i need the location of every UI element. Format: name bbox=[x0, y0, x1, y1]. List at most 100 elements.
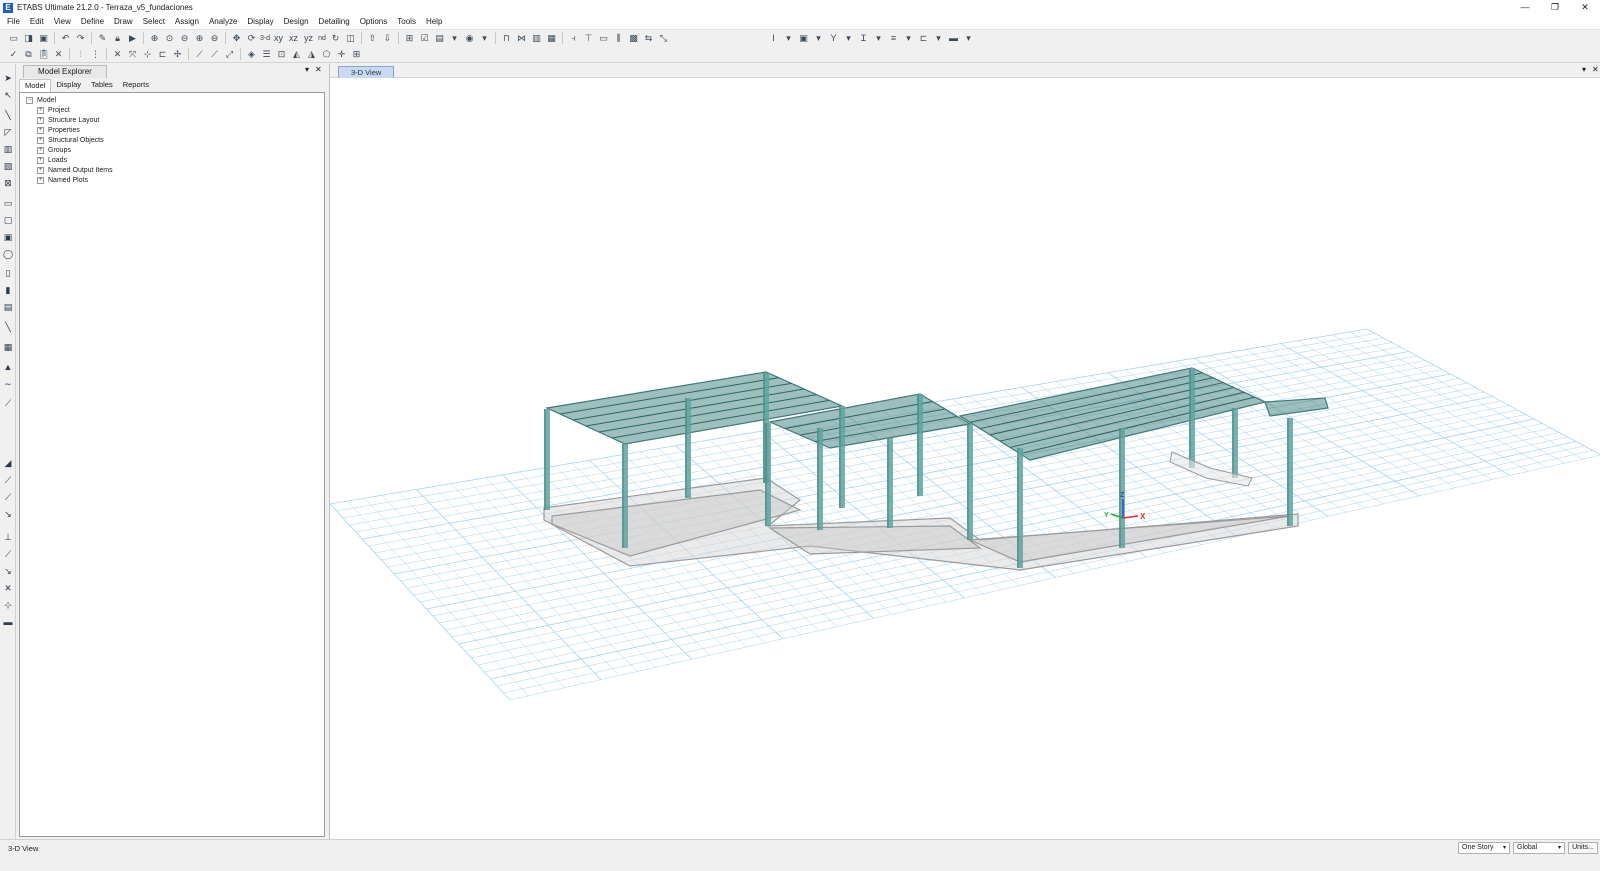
plate-icon[interactable]: ▬ bbox=[947, 32, 961, 45]
plan-view-icon[interactable]: xy bbox=[272, 32, 286, 45]
tree-item-named-output-items[interactable]: + Named Output Items bbox=[37, 165, 113, 175]
pointer-icon[interactable]: ➤ bbox=[2, 72, 14, 84]
diaphragm-icon[interactable]: ◈ bbox=[245, 48, 259, 61]
zoom-restore-icon[interactable]: ⊙ bbox=[163, 32, 177, 45]
snap-points-icon[interactable]: ◢ bbox=[2, 457, 14, 469]
join-frames-icon[interactable]: ⤧ bbox=[126, 48, 140, 61]
shell-icon[interactable]: ◮ bbox=[305, 48, 319, 61]
model-canvas[interactable]: X Y Z bbox=[329, 78, 1600, 839]
section-cut-icon[interactable]: I bbox=[767, 32, 781, 45]
beam-icon[interactable]: ⊤ bbox=[582, 32, 596, 45]
3d-model-view[interactable]: X Y Z bbox=[329, 78, 1600, 839]
expand-icon[interactable]: + bbox=[37, 136, 44, 144]
display-options-icon[interactable]: ▤ bbox=[433, 32, 447, 45]
tree-item-structure-layout[interactable]: + Structure Layout bbox=[37, 115, 99, 125]
tree-item-structural-objects[interactable]: + Structural Objects bbox=[37, 135, 104, 145]
show-dropdown-icon[interactable]: ▾ bbox=[478, 32, 492, 45]
tree-item-groups[interactable]: + Groups bbox=[37, 145, 71, 155]
expand-icon[interactable]: + bbox=[37, 146, 44, 154]
rotate-3d-icon[interactable]: ⟳ bbox=[245, 32, 259, 45]
expand-icon[interactable]: + bbox=[37, 106, 44, 114]
draw-tendon-icon[interactable]: ▲ bbox=[2, 361, 14, 373]
model-explorer-title[interactable]: Model Explorer bbox=[23, 64, 107, 78]
snap-icon[interactable]: ⊞ bbox=[350, 48, 364, 61]
wall-stack-icon[interactable]: ▥ bbox=[530, 32, 544, 45]
undo-icon[interactable]: ↶ bbox=[59, 32, 73, 45]
story-select[interactable]: One Story ▾ bbox=[1458, 842, 1510, 854]
coordinate-system-select[interactable]: Global ▾ bbox=[1513, 842, 1565, 854]
snap-grid-icon[interactable]: ✕ bbox=[2, 582, 14, 594]
draw-line-icon[interactable]: ╲ bbox=[2, 109, 14, 121]
new-model-icon[interactable]: ▭ bbox=[7, 32, 21, 45]
menu-draw[interactable]: Draw bbox=[109, 15, 138, 29]
isection-dropdown-icon[interactable]: ▾ bbox=[872, 32, 886, 45]
menu-select[interactable]: Select bbox=[138, 15, 170, 29]
frame-section-icon[interactable]: ▣ bbox=[797, 32, 811, 45]
draw-wall-click-icon[interactable]: ▮ bbox=[2, 284, 14, 296]
view-pin-icon[interactable]: ▾ bbox=[1582, 65, 1586, 74]
draw-circle-icon[interactable]: ◯ bbox=[2, 248, 14, 260]
story-icon[interactable]: ☰ bbox=[260, 48, 274, 61]
point-icon[interactable]: ✛ bbox=[335, 48, 349, 61]
check-icon[interactable]: ✓ bbox=[7, 48, 21, 61]
tab-tables[interactable]: Tables bbox=[86, 79, 118, 91]
draw-rect-icon[interactable]: ▢ bbox=[2, 214, 14, 226]
expand-icon[interactable]: + bbox=[37, 156, 44, 164]
draw-frame-icon[interactable]: ⊓ bbox=[500, 32, 514, 45]
expand-icon[interactable]: + bbox=[37, 166, 44, 174]
draw-wall-icon[interactable]: ▯ bbox=[2, 267, 14, 279]
grid-data-icon[interactable]: ⋮ bbox=[89, 48, 103, 61]
perspective-icon[interactable]: ◫ bbox=[344, 32, 358, 45]
edit-line-icon[interactable]: ⟋ bbox=[208, 48, 222, 61]
zoom-in-icon[interactable]: ⊕ bbox=[193, 32, 207, 45]
filter-icon[interactable]: Y bbox=[827, 32, 841, 45]
save-icon[interactable]: ▣ bbox=[37, 32, 51, 45]
display-dropdown-icon[interactable]: ▾ bbox=[448, 32, 462, 45]
menu-analyze[interactable]: Analyze bbox=[204, 15, 242, 29]
tree-item-properties[interactable]: + Properties bbox=[37, 125, 80, 135]
draw-brace-icon[interactable]: ⋈ bbox=[515, 32, 529, 45]
tab-reports[interactable]: Reports bbox=[118, 79, 154, 91]
menu-options[interactable]: Options bbox=[355, 15, 393, 29]
i-section-icon[interactable]: Ɪ bbox=[857, 32, 871, 45]
refresh-icon[interactable]: ✎ bbox=[96, 32, 110, 45]
menu-view[interactable]: View bbox=[49, 15, 76, 29]
expand-icon[interactable]: + bbox=[37, 176, 44, 184]
deck-icon[interactable]: ▦ bbox=[545, 32, 559, 45]
delete-icon[interactable]: ✕ bbox=[52, 48, 66, 61]
area-icon[interactable]: ⬠ bbox=[320, 48, 334, 61]
move-down-icon[interactable]: ⇩ bbox=[381, 32, 395, 45]
reshape-icon[interactable]: ↖ bbox=[2, 89, 14, 101]
tree-item-loads[interactable]: + Loads bbox=[37, 155, 67, 165]
move-up-icon[interactable]: ⇧ bbox=[366, 32, 380, 45]
merge-icon[interactable]: ⤢ bbox=[223, 48, 237, 61]
snap-middle-icon[interactable]: ⟋ bbox=[2, 491, 14, 503]
rebar-dropdown-icon[interactable]: ▾ bbox=[902, 32, 916, 45]
divide-frames-icon[interactable]: ✕ bbox=[111, 48, 125, 61]
channel-icon[interactable]: ⊏ bbox=[917, 32, 931, 45]
align-points-icon[interactable]: ⊹ bbox=[141, 48, 155, 61]
link-icon[interactable]: ⇆ bbox=[642, 32, 656, 45]
snap-fine-icon[interactable]: ↘ bbox=[2, 565, 14, 577]
draw-column-icon[interactable]: ▥ bbox=[2, 143, 14, 155]
nd-button[interactable]: nd bbox=[316, 35, 328, 42]
minimize-button[interactable]: — bbox=[1510, 0, 1540, 15]
filter-dropdown-icon[interactable]: ▾ bbox=[842, 32, 856, 45]
menu-assign[interactable]: Assign bbox=[170, 15, 204, 29]
menu-tools[interactable]: Tools bbox=[392, 15, 421, 29]
frame-dropdown-icon[interactable]: ▾ bbox=[812, 32, 826, 45]
menu-define[interactable]: Define bbox=[76, 15, 109, 29]
elevation-yz-icon[interactable]: yz bbox=[302, 32, 316, 45]
expand-icon[interactable]: + bbox=[37, 116, 44, 124]
snap-intersect-icon[interactable]: ↘ bbox=[2, 508, 14, 520]
snap-perp-icon[interactable]: ⊥ bbox=[2, 531, 14, 543]
menu-detailing[interactable]: Detailing bbox=[314, 15, 355, 29]
layout-icon[interactable]: ⊡ bbox=[275, 48, 289, 61]
section-dropdown-icon[interactable]: ▾ bbox=[782, 32, 796, 45]
pan-icon[interactable]: ✥ bbox=[230, 32, 244, 45]
rebar-icon[interactable]: ≡ bbox=[887, 32, 901, 45]
column-icon[interactable]: ⫞ bbox=[567, 32, 581, 45]
paste-icon[interactable]: 📋︎ bbox=[37, 48, 51, 61]
tab-display[interactable]: Display bbox=[51, 79, 86, 91]
menu-display[interactable]: Display bbox=[242, 15, 278, 29]
